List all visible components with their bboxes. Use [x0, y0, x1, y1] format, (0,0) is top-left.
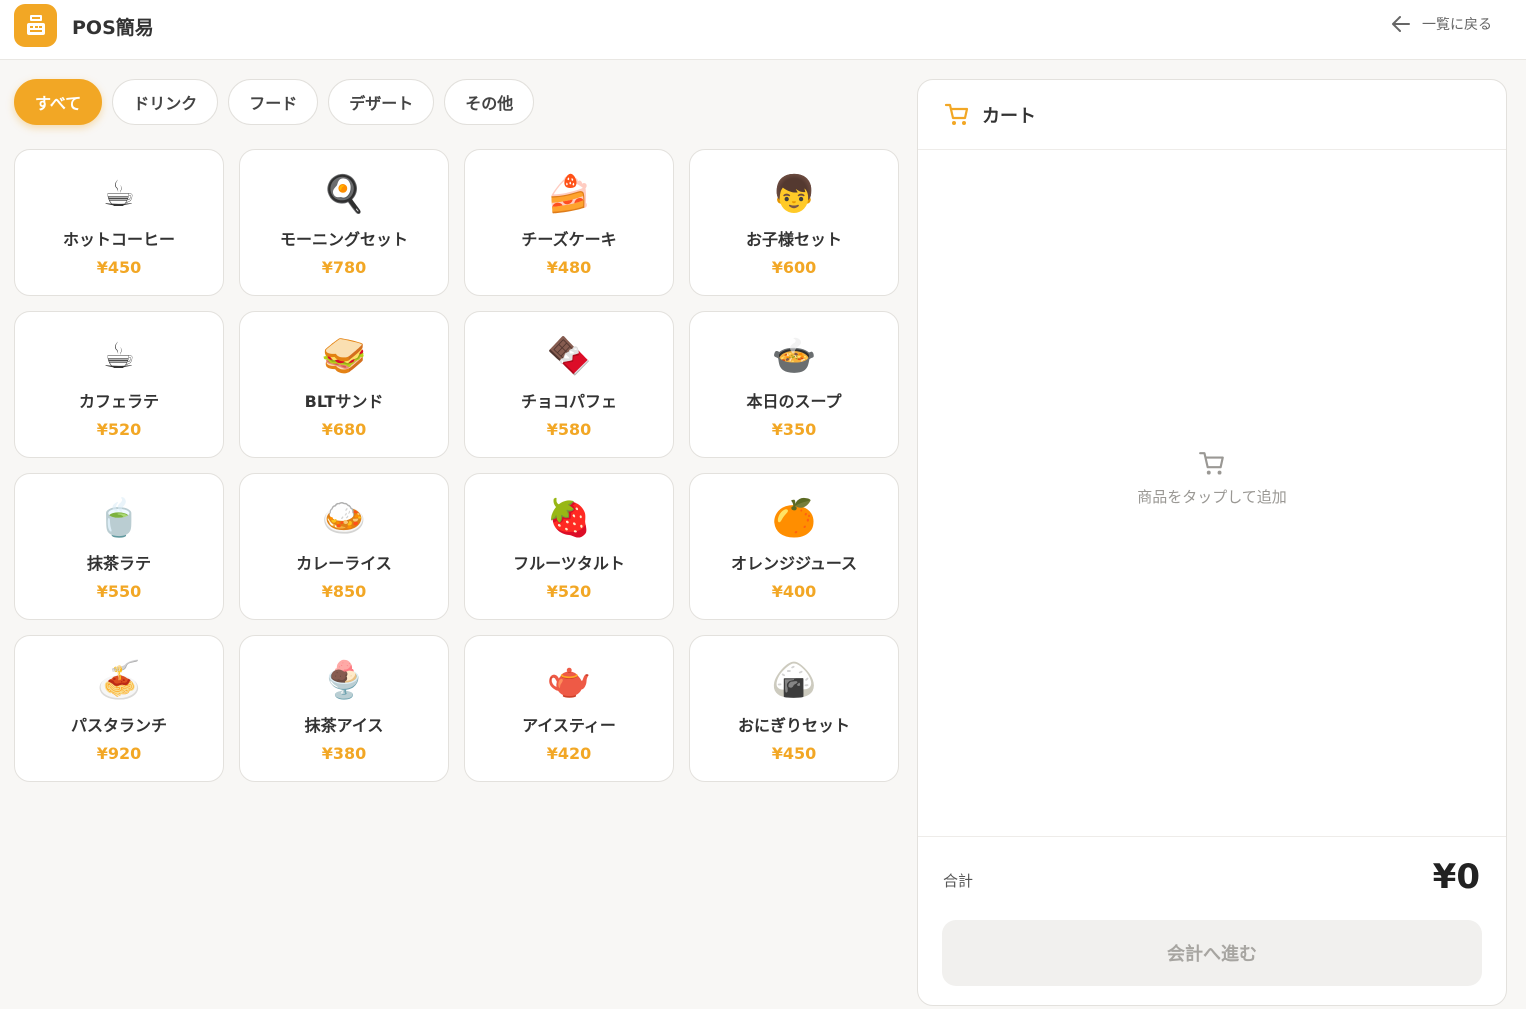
product-name: 本日のスープ: [746, 392, 842, 411]
curry-icon: 🍛: [321, 498, 367, 539]
chocolate-icon: 🍫: [546, 336, 592, 377]
product-price: ¥520: [96, 420, 142, 439]
product-card[interactable]: 🍫 チョコパフェ ¥580: [464, 311, 674, 458]
onigiri-icon: 🍙: [771, 660, 817, 701]
product-price: ¥580: [546, 420, 592, 439]
product-price: ¥400: [771, 582, 817, 601]
product-card[interactable]: ☕ ホットコーヒー ¥450: [14, 149, 224, 296]
product-card[interactable]: ☕ カフェラテ ¥520: [14, 311, 224, 458]
cart-empty-text: 商品をタップして追加: [1137, 488, 1287, 506]
product-name: チーズケーキ: [521, 230, 617, 249]
cart-icon: [944, 103, 969, 125]
cart-header: カート: [918, 80, 1506, 150]
product-name: ホットコーヒー: [62, 230, 175, 249]
product-price: ¥480: [546, 258, 592, 277]
product-price: ¥850: [321, 582, 367, 601]
product-name: BLTサンド: [304, 392, 384, 411]
tab-dessert[interactable]: デザート: [328, 79, 435, 125]
product-card[interactable]: 🍊 オレンジジュース ¥400: [689, 473, 899, 620]
product-price: ¥680: [321, 420, 367, 439]
fried-egg-icon: 🍳: [321, 174, 367, 215]
product-name: お子様セット: [745, 230, 842, 249]
arrow-left-icon: [1392, 16, 1410, 32]
orange-icon: 🍊: [771, 498, 817, 539]
product-card[interactable]: 🍳 モーニングセット ¥780: [239, 149, 449, 296]
teapot-icon: 🫖: [546, 660, 592, 701]
product-price: ¥600: [771, 258, 817, 277]
product-card[interactable]: 🍓 フルーツタルト ¥520: [464, 473, 674, 620]
product-price: ¥450: [771, 744, 817, 763]
sandwich-icon: 🥪: [321, 336, 367, 377]
product-price: ¥780: [321, 258, 367, 277]
product-card[interactable]: 🍰 チーズケーキ ¥480: [464, 149, 674, 296]
tab-other[interactable]: その他: [444, 79, 535, 125]
strawberry-icon: 🍓: [546, 498, 592, 539]
cart-footer: 合計 ¥0 会計へ進む: [918, 836, 1506, 1005]
product-card[interactable]: 🍙 おにぎりセット ¥450: [689, 635, 899, 782]
back-label: 一覧に戻る: [1422, 17, 1492, 33]
product-price: ¥350: [771, 420, 817, 439]
product-name: カフェラテ: [78, 392, 159, 411]
product-name: 抹茶ラテ: [86, 554, 151, 573]
product-name: おにぎりセット: [737, 716, 850, 735]
product-name: カレーライス: [296, 554, 392, 573]
product-name: モーニングセット: [279, 230, 408, 249]
back-to-list-button[interactable]: 一覧に戻る: [1390, 13, 1492, 35]
product-name: チョコパフェ: [520, 392, 617, 411]
cart-panel: カート 商品をタップして追加 合計 ¥0 会計へ進む: [917, 79, 1507, 1006]
product-card[interactable]: 🫖 アイスティー ¥420: [464, 635, 674, 782]
ice-cream-icon: 🍨: [321, 660, 367, 701]
soup-icon: 🍲: [771, 336, 817, 377]
product-price: ¥550: [96, 582, 142, 601]
tab-drink[interactable]: ドリンク: [112, 79, 219, 125]
cart-empty-state: 商品をタップして追加: [918, 450, 1506, 507]
product-card[interactable]: 🍨 抹茶アイス ¥380: [239, 635, 449, 782]
product-price: ¥450: [96, 258, 142, 277]
product-name: パスタランチ: [70, 716, 167, 735]
cash-register-icon: [14, 4, 57, 47]
product-card[interactable]: 🍝 パスタランチ ¥920: [14, 635, 224, 782]
total-label: 合計: [943, 872, 974, 890]
product-name: アイスティー: [522, 716, 616, 735]
cake-icon: 🍰: [546, 174, 592, 215]
cart-title: カート: [982, 105, 1036, 127]
product-price: ¥420: [546, 744, 592, 763]
tab-all[interactable]: すべて: [14, 79, 103, 125]
product-price: ¥380: [321, 744, 367, 763]
checkout-button[interactable]: 会計へ進む: [942, 920, 1482, 986]
app-title: POS簡易: [72, 17, 154, 39]
product-card[interactable]: 🍲 本日のスープ ¥350: [689, 311, 899, 458]
child-icon: 👦: [771, 174, 817, 215]
pasta-icon: 🍝: [96, 660, 142, 701]
product-card[interactable]: 🥪 BLTサンド ¥680: [239, 311, 449, 458]
hot-coffee-icon: ☕: [102, 174, 136, 215]
category-tabs: すべて ドリンク フード デザート その他: [14, 79, 535, 125]
product-price: ¥920: [96, 744, 142, 763]
product-name: オレンジジュース: [730, 554, 858, 573]
total-value: ¥0: [1432, 857, 1480, 897]
product-card[interactable]: 🍵 抹茶ラテ ¥550: [14, 473, 224, 620]
product-price: ¥520: [546, 582, 592, 601]
product-card[interactable]: 👦 お子様セット ¥600: [689, 149, 899, 296]
product-name: 抹茶アイス: [304, 716, 384, 735]
product-card[interactable]: 🍛 カレーライス ¥850: [239, 473, 449, 620]
empty-cart-icon: [1199, 452, 1224, 475]
product-grid: ☕ ホットコーヒー ¥450 🍳 モーニングセット ¥780 🍰 チーズケーキ ¥480 👦 お子様…: [14, 149, 899, 782]
tab-food[interactable]: フード: [228, 79, 319, 125]
product-name: フルーツタルト: [513, 554, 625, 573]
app-header: POS簡易 一覧に戻る: [0, 0, 1526, 60]
latte-icon: ☕: [102, 336, 136, 377]
matcha-icon: 🍵: [96, 498, 142, 539]
